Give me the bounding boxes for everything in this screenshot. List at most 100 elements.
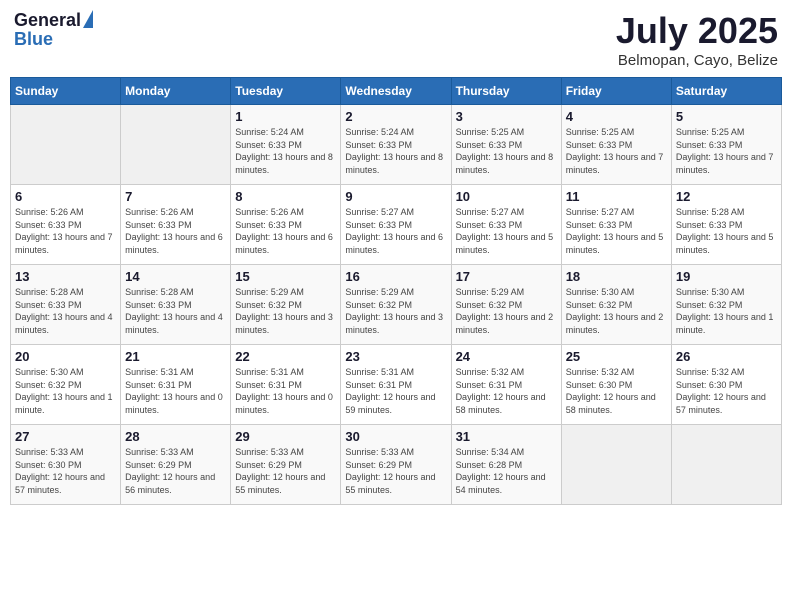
logo-arrow-icon bbox=[83, 10, 93, 28]
day-info: Sunrise: 5:31 AMSunset: 6:31 PMDaylight:… bbox=[125, 366, 226, 416]
header-tuesday: Tuesday bbox=[231, 78, 341, 105]
day-number: 26 bbox=[676, 349, 777, 364]
logo: General Blue bbox=[14, 10, 93, 50]
calendar-cell: 28Sunrise: 5:33 AMSunset: 6:29 PMDayligh… bbox=[121, 425, 231, 505]
calendar-cell bbox=[121, 105, 231, 185]
header-saturday: Saturday bbox=[671, 78, 781, 105]
day-info: Sunrise: 5:32 AMSunset: 6:31 PMDaylight:… bbox=[456, 366, 557, 416]
day-info: Sunrise: 5:26 AMSunset: 6:33 PMDaylight:… bbox=[125, 206, 226, 256]
day-number: 12 bbox=[676, 189, 777, 204]
day-info: Sunrise: 5:29 AMSunset: 6:32 PMDaylight:… bbox=[345, 286, 446, 336]
day-number: 21 bbox=[125, 349, 226, 364]
day-number: 6 bbox=[15, 189, 116, 204]
calendar-cell: 18 Sunrise: 5:30 AMSunset: 6:32 PMDayligh… bbox=[561, 265, 671, 345]
day-number: 16 bbox=[345, 269, 446, 284]
day-number: 29 bbox=[235, 429, 336, 444]
calendar-cell: 1 Sunrise: 5:24 AMSunset: 6:33 PMDaylight… bbox=[231, 105, 341, 185]
day-info: Sunrise: 5:33 AMSunset: 6:30 PMDaylight:… bbox=[15, 446, 116, 496]
day-number: 1 bbox=[235, 109, 336, 124]
calendar-week-row: 20 Sunrise: 5:30 AMSunset: 6:32 PMDayligh… bbox=[11, 345, 782, 425]
day-number: 25 bbox=[566, 349, 667, 364]
day-number: 9 bbox=[345, 189, 446, 204]
calendar-cell: 5 Sunrise: 5:25 AMSunset: 6:33 PMDaylight… bbox=[671, 105, 781, 185]
calendar-cell: 31Sunrise: 5:34 AMSunset: 6:28 PMDayligh… bbox=[451, 425, 561, 505]
calendar-cell: 11Sunrise: 5:27 AMSunset: 6:33 PMDayligh… bbox=[561, 185, 671, 265]
calendar-cell: 30 Sunrise: 5:33 AMSunset: 6:29 PMDayligh… bbox=[341, 425, 451, 505]
day-info: Sunrise: 5:29 AMSunset: 6:32 PMDaylight:… bbox=[456, 286, 557, 336]
day-number: 2 bbox=[345, 109, 446, 124]
calendar-week-row: 6 Sunrise: 5:26 AMSunset: 6:33 PMDaylight… bbox=[11, 185, 782, 265]
day-number: 20 bbox=[15, 349, 116, 364]
calendar-cell: 6 Sunrise: 5:26 AMSunset: 6:33 PMDaylight… bbox=[11, 185, 121, 265]
calendar-table: SundayMondayTuesdayWednesdayThursdayFrid… bbox=[10, 77, 782, 505]
day-number: 13 bbox=[15, 269, 116, 284]
calendar-cell: 17 Sunrise: 5:29 AMSunset: 6:32 PMDayligh… bbox=[451, 265, 561, 345]
header-wednesday: Wednesday bbox=[341, 78, 451, 105]
month-title: July 2025 bbox=[616, 10, 778, 52]
day-info: Sunrise: 5:30 AMSunset: 6:32 PMDaylight:… bbox=[566, 286, 667, 336]
day-info: Sunrise: 5:25 AMSunset: 6:33 PMDaylight:… bbox=[676, 126, 777, 176]
day-info: Sunrise: 5:30 AMSunset: 6:32 PMDaylight:… bbox=[676, 286, 777, 336]
calendar-cell bbox=[11, 105, 121, 185]
day-info: Sunrise: 5:28 AMSunset: 6:33 PMDaylight:… bbox=[125, 286, 226, 336]
logo-general-text: General bbox=[14, 10, 81, 31]
day-number: 27 bbox=[15, 429, 116, 444]
day-info: Sunrise: 5:32 AMSunset: 6:30 PMDaylight:… bbox=[676, 366, 777, 416]
header-sunday: Sunday bbox=[11, 78, 121, 105]
day-info: Sunrise: 5:26 AMSunset: 6:33 PMDaylight:… bbox=[235, 206, 336, 256]
header-thursday: Thursday bbox=[451, 78, 561, 105]
day-info: Sunrise: 5:24 AMSunset: 6:33 PMDaylight:… bbox=[345, 126, 446, 176]
location-subtitle: Belmopan, Cayo, Belize bbox=[616, 52, 778, 69]
day-number: 8 bbox=[235, 189, 336, 204]
day-info: Sunrise: 5:25 AMSunset: 6:33 PMDaylight:… bbox=[566, 126, 667, 176]
day-number: 23 bbox=[345, 349, 446, 364]
day-info: Sunrise: 5:31 AMSunset: 6:31 PMDaylight:… bbox=[235, 366, 336, 416]
calendar-cell: 13 Sunrise: 5:28 AMSunset: 6:33 PMDayligh… bbox=[11, 265, 121, 345]
calendar-cell: 8 Sunrise: 5:26 AMSunset: 6:33 PMDaylight… bbox=[231, 185, 341, 265]
calendar-cell: 16 Sunrise: 5:29 AMSunset: 6:32 PMDayligh… bbox=[341, 265, 451, 345]
day-info: Sunrise: 5:24 AMSunset: 6:33 PMDaylight:… bbox=[235, 126, 336, 176]
calendar-cell: 3Sunrise: 5:25 AMSunset: 6:33 PMDaylight… bbox=[451, 105, 561, 185]
calendar-cell: 12Sunrise: 5:28 AMSunset: 6:33 PMDayligh… bbox=[671, 185, 781, 265]
day-info: Sunrise: 5:33 AMSunset: 6:29 PMDaylight:… bbox=[125, 446, 226, 496]
day-info: Sunrise: 5:32 AMSunset: 6:30 PMDaylight:… bbox=[566, 366, 667, 416]
calendar-cell: 24Sunrise: 5:32 AMSunset: 6:31 PMDayligh… bbox=[451, 345, 561, 425]
calendar-cell: 26 Sunrise: 5:32 AMSunset: 6:30 PMDayligh… bbox=[671, 345, 781, 425]
day-number: 5 bbox=[676, 109, 777, 124]
calendar-cell: 10 Sunrise: 5:27 AMSunset: 6:33 PMDayligh… bbox=[451, 185, 561, 265]
calendar-cell: 14 Sunrise: 5:28 AMSunset: 6:33 PMDayligh… bbox=[121, 265, 231, 345]
day-number: 30 bbox=[345, 429, 446, 444]
day-info: Sunrise: 5:25 AMSunset: 6:33 PMDaylight:… bbox=[456, 126, 557, 176]
calendar-header-row: SundayMondayTuesdayWednesdayThursdayFrid… bbox=[11, 78, 782, 105]
day-info: Sunrise: 5:33 AMSunset: 6:29 PMDaylight:… bbox=[345, 446, 446, 496]
day-number: 10 bbox=[456, 189, 557, 204]
calendar-cell: 4Sunrise: 5:25 AMSunset: 6:33 PMDaylight… bbox=[561, 105, 671, 185]
calendar-cell: 27 Sunrise: 5:33 AMSunset: 6:30 PMDayligh… bbox=[11, 425, 121, 505]
day-number: 17 bbox=[456, 269, 557, 284]
calendar-cell: 25 Sunrise: 5:32 AMSunset: 6:30 PMDayligh… bbox=[561, 345, 671, 425]
day-number: 18 bbox=[566, 269, 667, 284]
calendar-cell: 20 Sunrise: 5:30 AMSunset: 6:32 PMDayligh… bbox=[11, 345, 121, 425]
calendar-cell bbox=[561, 425, 671, 505]
logo-blue-text: Blue bbox=[14, 29, 53, 50]
day-info: Sunrise: 5:27 AMSunset: 6:33 PMDaylight:… bbox=[345, 206, 446, 256]
calendar-cell: 21 Sunrise: 5:31 AMSunset: 6:31 PMDayligh… bbox=[121, 345, 231, 425]
day-number: 11 bbox=[566, 189, 667, 204]
day-info: Sunrise: 5:28 AMSunset: 6:33 PMDaylight:… bbox=[15, 286, 116, 336]
day-info: Sunrise: 5:30 AMSunset: 6:32 PMDaylight:… bbox=[15, 366, 116, 416]
day-info: Sunrise: 5:26 AMSunset: 6:33 PMDaylight:… bbox=[15, 206, 116, 256]
calendar-cell: 7Sunrise: 5:26 AMSunset: 6:33 PMDaylight… bbox=[121, 185, 231, 265]
day-number: 15 bbox=[235, 269, 336, 284]
calendar-cell: 15 Sunrise: 5:29 AMSunset: 6:32 PMDayligh… bbox=[231, 265, 341, 345]
day-number: 19 bbox=[676, 269, 777, 284]
day-info: Sunrise: 5:33 AMSunset: 6:29 PMDaylight:… bbox=[235, 446, 336, 496]
day-number: 14 bbox=[125, 269, 226, 284]
title-section: July 2025 Belmopan, Cayo, Belize bbox=[616, 10, 778, 69]
day-info: Sunrise: 5:29 AMSunset: 6:32 PMDaylight:… bbox=[235, 286, 336, 336]
calendar-cell: 22 Sunrise: 5:31 AMSunset: 6:31 PMDayligh… bbox=[231, 345, 341, 425]
day-number: 31 bbox=[456, 429, 557, 444]
day-info: Sunrise: 5:27 AMSunset: 6:33 PMDaylight:… bbox=[456, 206, 557, 256]
header-friday: Friday bbox=[561, 78, 671, 105]
page-header: General Blue July 2025 Belmopan, Cayo, B… bbox=[10, 10, 782, 69]
day-number: 22 bbox=[235, 349, 336, 364]
